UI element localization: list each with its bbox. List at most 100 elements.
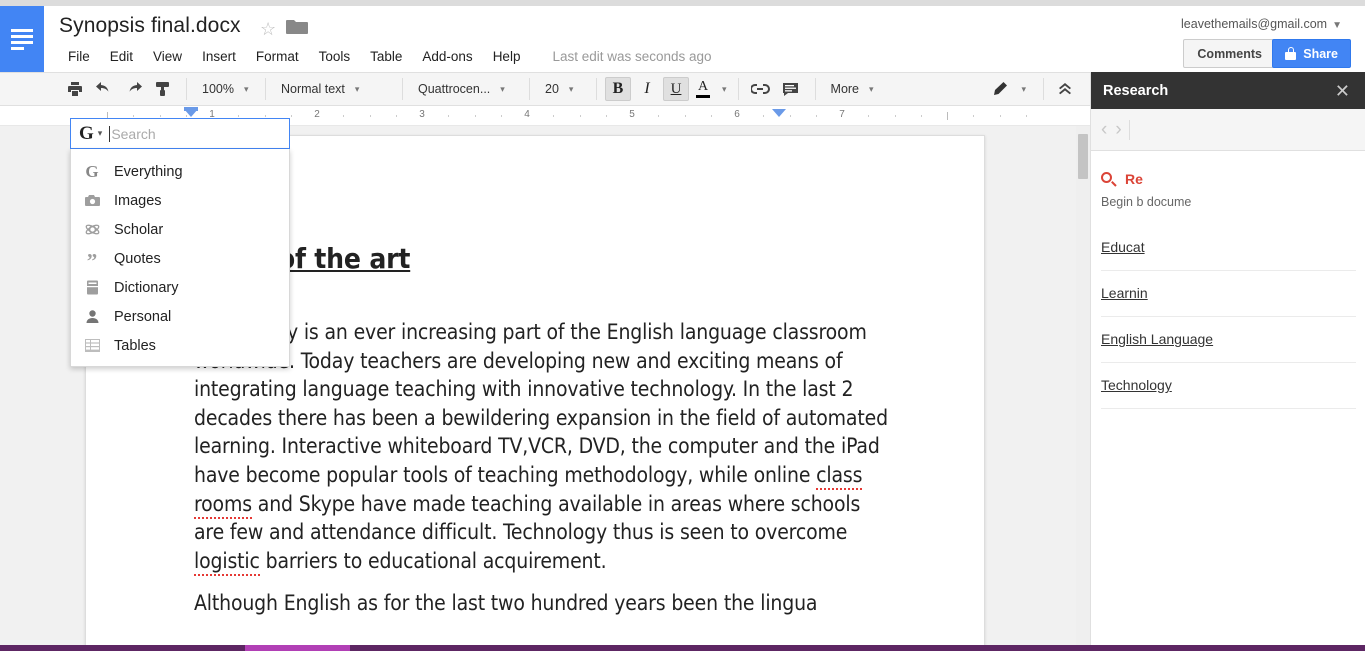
dropdown-item-label: Tables — [114, 337, 156, 354]
menu-table[interactable]: Table — [360, 47, 412, 66]
chevron-down-icon[interactable]: ▾ — [98, 128, 103, 139]
more-label: More — [830, 82, 860, 96]
research-panel: Research ✕ ‹ › Re Begin b docume Educat … — [1090, 72, 1365, 645]
research-results-description: Begin b docume — [1101, 195, 1192, 209]
account-email: leavethemails@gmail.com — [1181, 17, 1328, 31]
ruler-minor-tick — [474, 115, 476, 117]
research-suggestion-link[interactable]: Learnin — [1101, 285, 1148, 301]
document-title[interactable]: Synopsis final.docx — [59, 14, 241, 38]
menu-addons[interactable]: Add-ons — [412, 47, 482, 66]
docs-logo-lines — [11, 28, 33, 50]
collapse-toolbar-icon[interactable] — [1052, 77, 1078, 101]
underline-label: U — [670, 80, 682, 97]
quote-icon: ” — [86, 248, 98, 273]
ruler-minor-tick — [710, 115, 712, 117]
vertical-scrollbar[interactable] — [1076, 126, 1090, 645]
ruler-minor-tick — [343, 115, 345, 117]
dropdown-item-everything[interactable]: G Everything — [71, 157, 289, 186]
formatting-toolbar: 100% ▾ Normal text ▾ Quattrocen... ▾ 20 … — [0, 72, 1090, 106]
ruler-minor-tick — [159, 115, 161, 117]
font-size-select[interactable]: 20 ▾ — [538, 77, 588, 101]
chevron-left-icon[interactable]: ‹ — [1097, 120, 1111, 139]
research-search-input-wrapper[interactable]: G ▾ Search — [70, 118, 290, 149]
search-red-icon — [1101, 171, 1117, 187]
research-suggestion-link[interactable]: English Language — [1101, 331, 1213, 347]
research-results-area: Re Begin b docume Educat Learnin English… — [1091, 151, 1365, 645]
dropdown-item-images[interactable]: Images — [71, 186, 289, 215]
dropdown-item-quotes[interactable]: ” Quotes — [71, 244, 289, 273]
document-text-run: barriers to educational acquirement. — [259, 548, 607, 573]
add-comment-icon[interactable] — [778, 77, 804, 101]
ruler-number: 6 — [734, 109, 740, 120]
document-paragraph-1: Technology is an ever increasing part of… — [194, 318, 894, 576]
bold-button[interactable]: B — [605, 77, 631, 101]
google-docs-icon[interactable] — [0, 6, 44, 72]
menu-edit[interactable]: Edit — [100, 47, 143, 66]
dropdown-item-tables[interactable]: Tables — [71, 331, 289, 360]
research-suggestion-link[interactable]: Technology — [1101, 377, 1172, 393]
chevron-right-icon[interactable]: › — [1111, 120, 1125, 139]
menu-tools[interactable]: Tools — [309, 47, 361, 66]
text-color-button[interactable]: A — [692, 77, 714, 101]
more-options-button[interactable]: More ▾ — [824, 77, 886, 101]
ruler-number: 3 — [419, 109, 425, 120]
ruler-minor-tick — [894, 115, 896, 117]
google-g-icon[interactable]: G — [79, 124, 94, 143]
ruler-minor-tick — [448, 115, 450, 117]
underline-button[interactable]: U — [663, 77, 689, 101]
font-family-select[interactable]: Quattrocen... ▾ — [411, 77, 521, 101]
lock-icon — [1285, 47, 1297, 60]
ruler-number: 2 — [314, 109, 320, 120]
link-icon[interactable] — [747, 77, 775, 101]
ruler-minor-tick — [1025, 115, 1027, 117]
redo-icon[interactable] — [120, 77, 146, 101]
ruler-tick — [947, 112, 948, 120]
dropdown-item-label: Everything — [114, 163, 183, 180]
search-input[interactable]: Search — [111, 126, 155, 142]
toolbar-divider — [529, 78, 530, 100]
ruler-minor-tick — [763, 115, 765, 117]
bottom-progress-bar — [0, 645, 1365, 651]
research-suggestion-link[interactable]: Educat — [1101, 239, 1145, 255]
comments-button[interactable]: Comments — [1183, 39, 1276, 68]
menu-insert[interactable]: Insert — [192, 47, 246, 66]
menu-format[interactable]: Format — [246, 47, 309, 66]
star-icon[interactable]: ☆ — [260, 20, 276, 38]
edit-mode-dropdown[interactable]: ▾ — [1016, 77, 1029, 101]
research-panel-title: Research — [1103, 82, 1169, 99]
menu-file[interactable]: File — [58, 47, 100, 66]
toolbar-divider — [814, 78, 816, 100]
menu-help[interactable]: Help — [483, 47, 531, 66]
text-color-dropdown[interactable]: ▾ — [717, 77, 730, 101]
folder-icon[interactable] — [286, 19, 308, 35]
share-button[interactable]: Share — [1272, 39, 1351, 68]
close-icon[interactable]: ✕ — [1331, 80, 1354, 102]
undo-icon[interactable] — [91, 77, 117, 101]
menu-bar: File Edit View Insert Format Tools Table… — [58, 47, 712, 66]
document-body[interactable]: State of the art Technology is an ever i… — [194, 241, 894, 632]
chevron-down-icon: ▾ — [869, 83, 874, 94]
chevron-down-icon: ▾ — [1021, 83, 1026, 94]
font-family-value: Quattrocen... — [418, 82, 491, 96]
misspelled-word[interactable]: logistic — [194, 548, 260, 576]
paragraph-style-value: Normal text — [281, 82, 345, 96]
right-margin-marker[interactable] — [772, 109, 786, 117]
dropdown-item-label: Quotes — [114, 250, 161, 267]
dropdown-item-dictionary[interactable]: Dictionary — [71, 273, 289, 302]
zoom-select[interactable]: 100% ▾ — [195, 77, 257, 101]
dropdown-item-personal[interactable]: Personal — [71, 302, 289, 331]
italic-button[interactable]: I — [634, 77, 660, 101]
paragraph-style-select[interactable]: Normal text ▾ — [274, 77, 394, 101]
paint-format-icon[interactable] — [149, 77, 175, 101]
dropdown-item-scholar[interactable]: Scholar — [71, 215, 289, 244]
pencil-icon[interactable] — [987, 77, 1013, 101]
vertical-scroll-thumb[interactable] — [1078, 134, 1088, 179]
indent-marker-top[interactable] — [184, 107, 198, 111]
account-menu[interactable]: leavethemails@gmail.com ▼ — [1181, 17, 1342, 31]
progress-indicator — [245, 645, 350, 651]
table-icon — [83, 337, 101, 355]
print-icon[interactable] — [62, 77, 88, 101]
bold-label: B — [612, 80, 624, 97]
menu-view[interactable]: View — [143, 47, 192, 66]
last-edit-status[interactable]: Last edit was seconds ago — [552, 49, 711, 64]
